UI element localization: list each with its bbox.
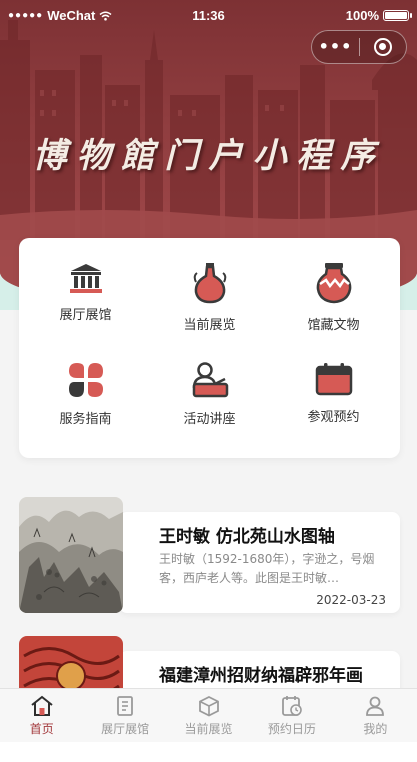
battery-icon [383,10,412,21]
tab-label: 首页 [29,722,54,736]
tab-bar: 首页 展厅展馆 当前展览 预约日历 我的 [0,688,417,742]
miniprogram-capsule: ••• [311,30,407,64]
tab-halls[interactable]: 展厅展馆 [83,689,166,742]
museum-building-icon [69,264,102,293]
user-icon [366,696,385,716]
clover-icon [68,363,103,397]
box-icon [198,695,219,717]
exhibit-card[interactable]: 王时敏 仿北苑山水图轴 王时敏（1592-1680年），字逊之，号烟客，西庐老人… [19,497,400,613]
exhibit-thumbnail [19,497,123,613]
hero-title: 博物館门户小程序 [32,136,385,176]
exhibit-card-body: 王时敏 仿北苑山水图轴 王时敏（1592-1680年），字逊之，号烟客，西庐老人… [119,512,400,613]
tab-label: 预约日历 [267,722,316,736]
tab-profile[interactable]: 我的 [334,689,417,742]
menu-item-service-guide[interactable]: 服务指南 [22,340,149,440]
vase-icon [193,263,226,304]
menu-label: 活动讲座 [183,412,236,427]
app-screen: 博物館门户小程序 ●●●●● WeChat 11:36 100% ••• 展厅展… [0,0,417,762]
menu-label: 当前展览 [183,318,236,333]
lecture-podium-icon [192,362,228,398]
tab-label: 当前展览 [184,722,233,736]
tab-label: 展厅展馆 [101,722,150,736]
menu-label: 馆藏文物 [307,318,360,333]
more-options-button[interactable]: ••• [312,30,359,64]
menu-item-halls[interactable]: 展厅展馆 [22,240,149,340]
home-icon [31,695,53,716]
home-indicator-area [0,742,417,762]
close-miniprogram-button[interactable] [360,38,406,56]
menu-item-current-exhibitions[interactable]: 当前展览 [146,240,273,340]
exhibit-title: 王时敏 仿北苑山水图轴 [159,527,335,547]
calendar-clock-icon [282,696,302,716]
hall-icon [117,696,134,716]
menu-label: 服务指南 [59,412,112,427]
tab-current-exhibitions[interactable]: 当前展览 [167,689,250,742]
status-bar: ●●●●● WeChat 11:36 100% [0,0,417,30]
target-icon [373,38,392,56]
tab-label: 我的 [363,722,388,736]
menu-item-lectures[interactable]: 活动讲座 [146,340,273,440]
menu-label: 参观预约 [307,410,360,425]
exhibit-description: 王时敏（1592-1680年），字逊之，号烟客，西庐老人等。此图是王时敏… [159,552,375,585]
menu-label: 展厅展馆 [59,308,112,323]
pottery-jar-icon [316,263,351,304]
feature-menu: 展厅展馆 当前展览 馆藏文物 服务指南 活动讲座 参观预约 [19,238,400,458]
exhibit-title: 福建漳州招财纳福辟邪年画 [159,666,363,686]
calendar-icon [315,363,352,396]
battery-percent: 100% [345,8,379,23]
landscape-painting-image [19,497,123,613]
menu-item-visit-booking[interactable]: 参观预约 [270,340,397,440]
exhibit-date: 2022-03-23 [316,593,386,607]
tab-home[interactable]: 首页 [0,689,83,742]
menu-item-collections[interactable]: 馆藏文物 [270,240,397,340]
tab-booking-calendar[interactable]: 预约日历 [250,689,333,742]
